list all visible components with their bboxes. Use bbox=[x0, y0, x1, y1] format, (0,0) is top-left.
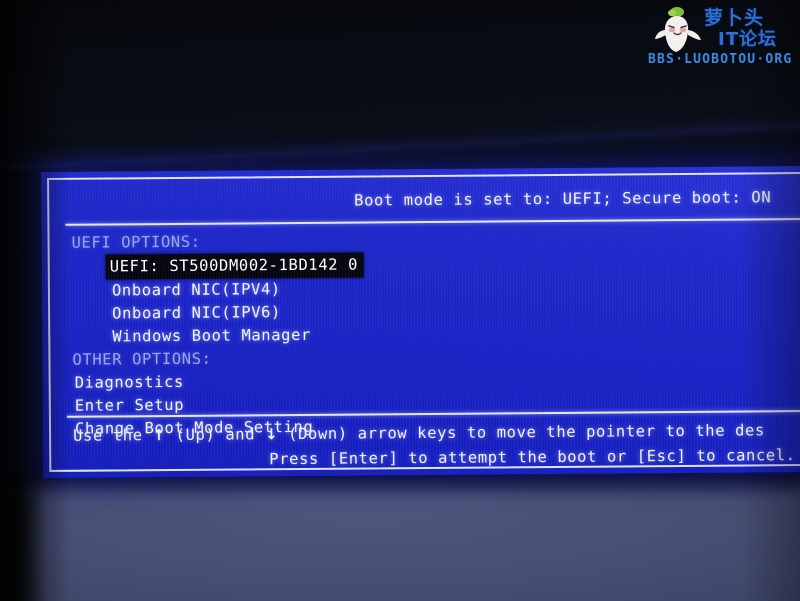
instr-text-before-up: Use the bbox=[73, 426, 153, 445]
boot-option-onboard-nic-ipv4[interactable]: Onboard NIC(IPV4) bbox=[110, 278, 283, 302]
boot-menu-dialog: Boot mode is set to: UEFI; Secure boot: … bbox=[41, 165, 800, 478]
photo-lower-surface bbox=[0, 476, 800, 601]
up-arrow-icon: ↑ bbox=[152, 426, 166, 445]
boot-mode-status: Boot mode is set to: UEFI; Secure boot: … bbox=[354, 188, 772, 210]
boot-option-uefi-hdd[interactable]: UEFI: ST500DM002-1BD142 0 bbox=[105, 252, 365, 280]
boot-options-list: UEFI OPTIONS: UEFI: ST500DM002-1BD142 0 … bbox=[71, 226, 800, 441]
boot-option-windows-boot-manager[interactable]: Windows Boot Manager bbox=[110, 324, 313, 349]
boot-option-onboard-nic-ipv6[interactable]: Onboard NIC(IPV6) bbox=[110, 301, 283, 325]
dialog-border: Boot mode is set to: UEFI; Secure boot: … bbox=[47, 171, 800, 474]
bios-boot-menu-photo: Boot mode is set to: UEFI; Secure boot: … bbox=[0, 0, 800, 601]
header-divider bbox=[65, 217, 800, 226]
other-options-group-label: OTHER OPTIONS: bbox=[72, 349, 212, 369]
down-arrow-icon: ↓ bbox=[264, 425, 279, 444]
instr-text-mid: (Up) and bbox=[165, 425, 266, 445]
instr-text-after: (Down) arrow keys to move the pointer to… bbox=[278, 421, 765, 444]
boot-option-diagnostics[interactable]: Diagnostics bbox=[73, 371, 186, 395]
instructions-footer: Use the ↑ (Up) and ↓ (Down) arrow keys t… bbox=[73, 418, 800, 474]
uefi-options-group-label: UEFI OPTIONS: bbox=[71, 232, 201, 252]
